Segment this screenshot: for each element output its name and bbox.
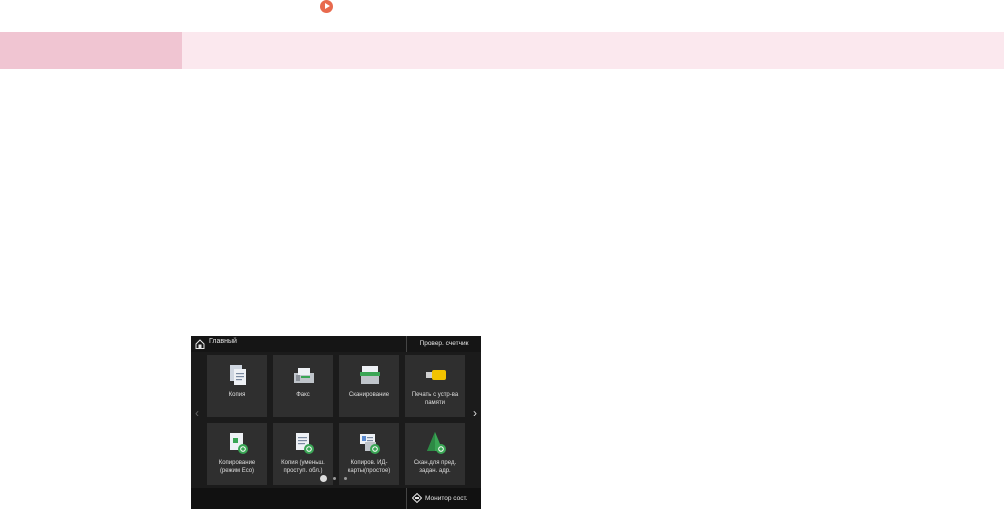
tile-label: Копия [228,392,246,398]
tile-label: Копия (уменьш. проступ. обл.) [281,460,325,474]
status-monitor-label: Монитор сост. [425,495,468,502]
play-icon[interactable] [320,0,333,13]
screen-top-bar: Главный Провер. счетчик [191,336,481,352]
function-tile-grid: Копия Факс Сканирование Печать с устр-ва… [207,355,465,488]
tile-label: Скан.для пред. задан. адр. [413,460,457,474]
section-header-band [0,32,1004,69]
page-dot-2[interactable] [333,477,336,480]
tile-copy[interactable]: Копия [207,355,267,417]
section-header-label-area [0,32,182,69]
home-icon[interactable] [195,339,205,349]
eco-copy-icon [230,433,248,454]
screen-title: Главный [209,338,237,345]
tile-label: Сканирование [348,392,390,398]
check-counter-button[interactable]: Провер. счетчик [406,336,481,352]
tile-label: Факс [296,392,310,398]
tile-label: Копиров. ИД-карты(простое) [347,460,391,474]
copy-icon [230,365,246,385]
tile-memory-print[interactable]: Печать с устр-ва памяти [405,355,465,417]
fax-icon [294,368,314,383]
status-monitor-button[interactable]: Монитор сост. [406,488,481,509]
tile-scan-preset[interactable]: Скан.для пред. задан. адр. [405,423,465,485]
usb-memory-icon [426,370,446,380]
page-dot-3[interactable] [344,477,347,480]
tile-label: Печать с устр-ва памяти [411,392,459,406]
chevron-left-icon[interactable]: ‹ [195,407,199,419]
status-monitor-icon [412,493,422,503]
scan-icon [360,366,380,384]
section-header-title-area [182,32,1004,69]
tile-eco-copy[interactable]: Копирование (режим Eco) [207,423,267,485]
id-card-copy-icon [360,434,380,454]
chevron-right-icon[interactable]: › [473,407,477,419]
scan-preset-icon [427,432,446,454]
page-dot-1[interactable] [320,475,327,482]
tile-scan[interactable]: Сканирование [339,355,399,417]
tile-fax[interactable]: Факс [273,355,333,417]
screen-bottom-bar: Монитор сост. [191,488,481,509]
reduced-copy-icon [296,433,314,454]
tile-label: Копирование (режим Eco) [218,460,256,474]
page-indicator [318,475,358,483]
device-touch-screen: Главный Провер. счетчик ‹ › Копия Факс С… [191,336,481,509]
